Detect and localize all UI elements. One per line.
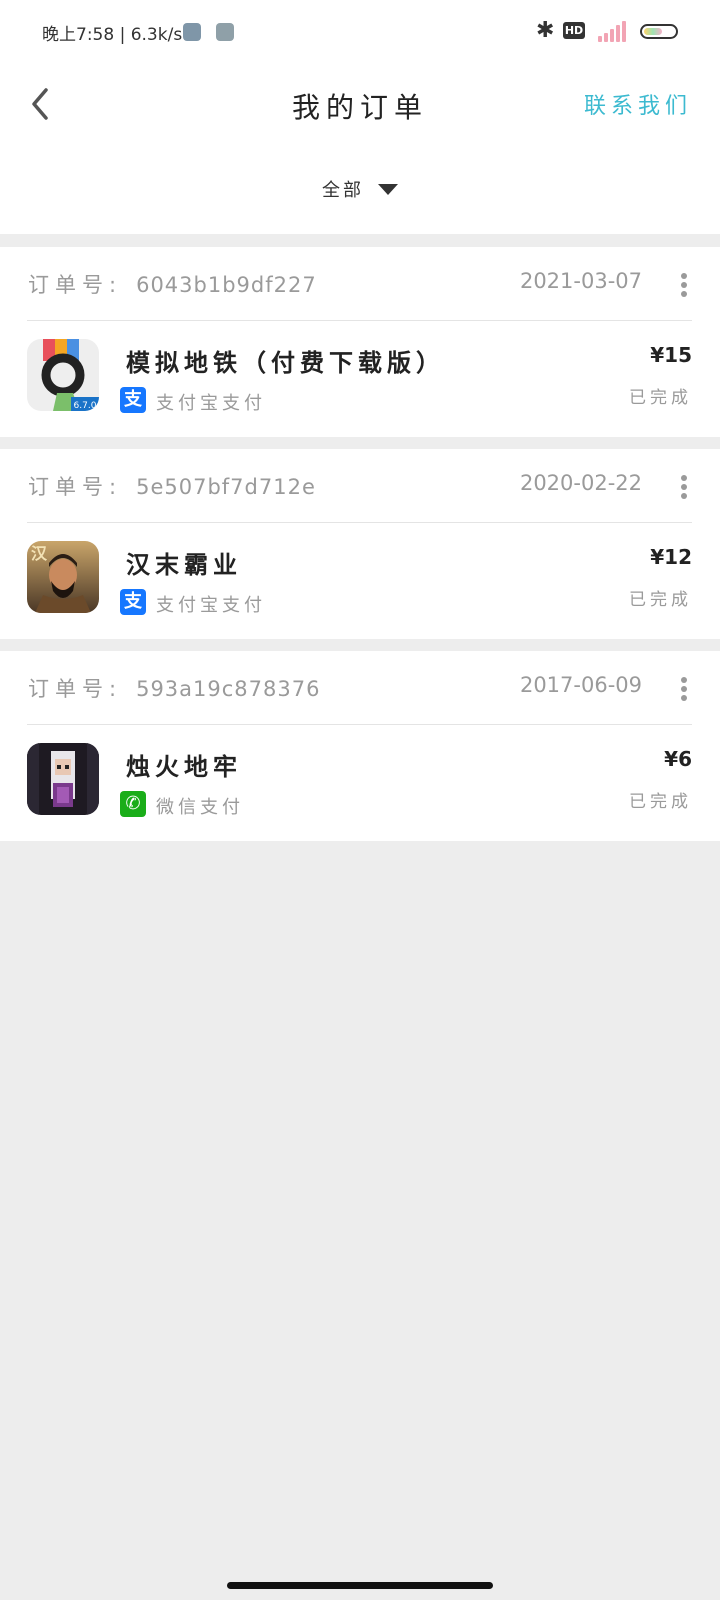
notification-icon [216, 23, 234, 41]
order-date: 2017-06-09 [519, 673, 642, 697]
order-date: 2021-03-07 [519, 269, 642, 293]
divider [27, 522, 692, 523]
order-card[interactable]: 订单号: 5e507bf7d712e 2020-02-22 汉 汉末霸业 支 支付… [0, 449, 720, 639]
order-id: 5e507bf7d712e [136, 475, 316, 499]
payment-method: 支付宝支付 [156, 595, 266, 616]
order-price: ¥6 [664, 747, 692, 771]
order-card[interactable]: 订单号: 6043b1b9df227 2021-03-07 6.7.0 模拟地铁（… [0, 247, 720, 437]
dropdown-arrow-icon [378, 183, 398, 195]
filter-label: 全部 [322, 180, 364, 201]
app-icon-version: 6.7.0 [74, 401, 97, 411]
app-icon-hanmo-baye: 汉 [27, 541, 99, 613]
divider [27, 320, 692, 321]
battery-fill [644, 28, 662, 35]
order-price: ¥12 [650, 545, 692, 569]
notification-icon [183, 23, 201, 41]
more-options-icon[interactable] [674, 675, 694, 703]
app-name: 模拟地铁（付费下载版） [126, 349, 445, 377]
app-icon-subway-sim: 6.7.0 [27, 339, 99, 411]
battery-icon [640, 24, 678, 39]
order-status: 已完成 [629, 792, 692, 812]
app-icon-torchlight-dungeon [27, 743, 99, 815]
payment-method: 微信支付 [156, 797, 244, 818]
order-number-label: 订单号: [28, 475, 123, 499]
signal-icon [594, 20, 630, 42]
order-number-row: 订单号: 6043b1b9df227 [28, 269, 317, 299]
more-options-icon[interactable] [674, 271, 694, 299]
order-card[interactable]: 订单号: 593a19c878376 2017-06-09 烛火地牢 ✆ 微信支付… [0, 651, 720, 841]
order-id: 6043b1b9df227 [136, 273, 317, 297]
contact-us-link[interactable]: 联系我们 [584, 88, 692, 120]
more-options-icon[interactable] [674, 473, 694, 501]
app-icon-glyph: 汉 [31, 544, 48, 563]
bluetooth-icon: ✱ [536, 18, 555, 43]
order-number-label: 订单号: [28, 677, 123, 701]
app-name: 汉末霸业 [126, 551, 242, 579]
order-number-row: 订单号: 593a19c878376 [28, 673, 320, 703]
order-id: 593a19c878376 [136, 677, 321, 701]
order-status: 已完成 [629, 388, 692, 408]
app-name: 烛火地牢 [126, 753, 242, 781]
order-price: ¥15 [650, 343, 692, 367]
status-bar: 晚上7:58 | 6.3k/s ✱ HD [0, 0, 720, 64]
alipay-icon: 支 [120, 589, 146, 615]
status-time: 晚上7:58 | 6.3k/s [42, 25, 183, 45]
alipay-icon: 支 [120, 387, 146, 413]
order-date: 2020-02-22 [519, 471, 642, 495]
payment-method: 支付宝支付 [156, 393, 266, 414]
order-number-label: 订单号: [28, 273, 123, 297]
order-number-row: 订单号: 5e507bf7d712e [28, 471, 316, 501]
order-filter-dropdown[interactable]: 全部 [0, 176, 720, 202]
page-header: 我的订单 联系我们 [0, 64, 720, 144]
home-indicator[interactable] [227, 1582, 493, 1589]
hd-badge: HD [563, 22, 585, 39]
divider [27, 724, 692, 725]
order-status: 已完成 [629, 590, 692, 610]
wechat-pay-icon: ✆ [120, 791, 146, 817]
